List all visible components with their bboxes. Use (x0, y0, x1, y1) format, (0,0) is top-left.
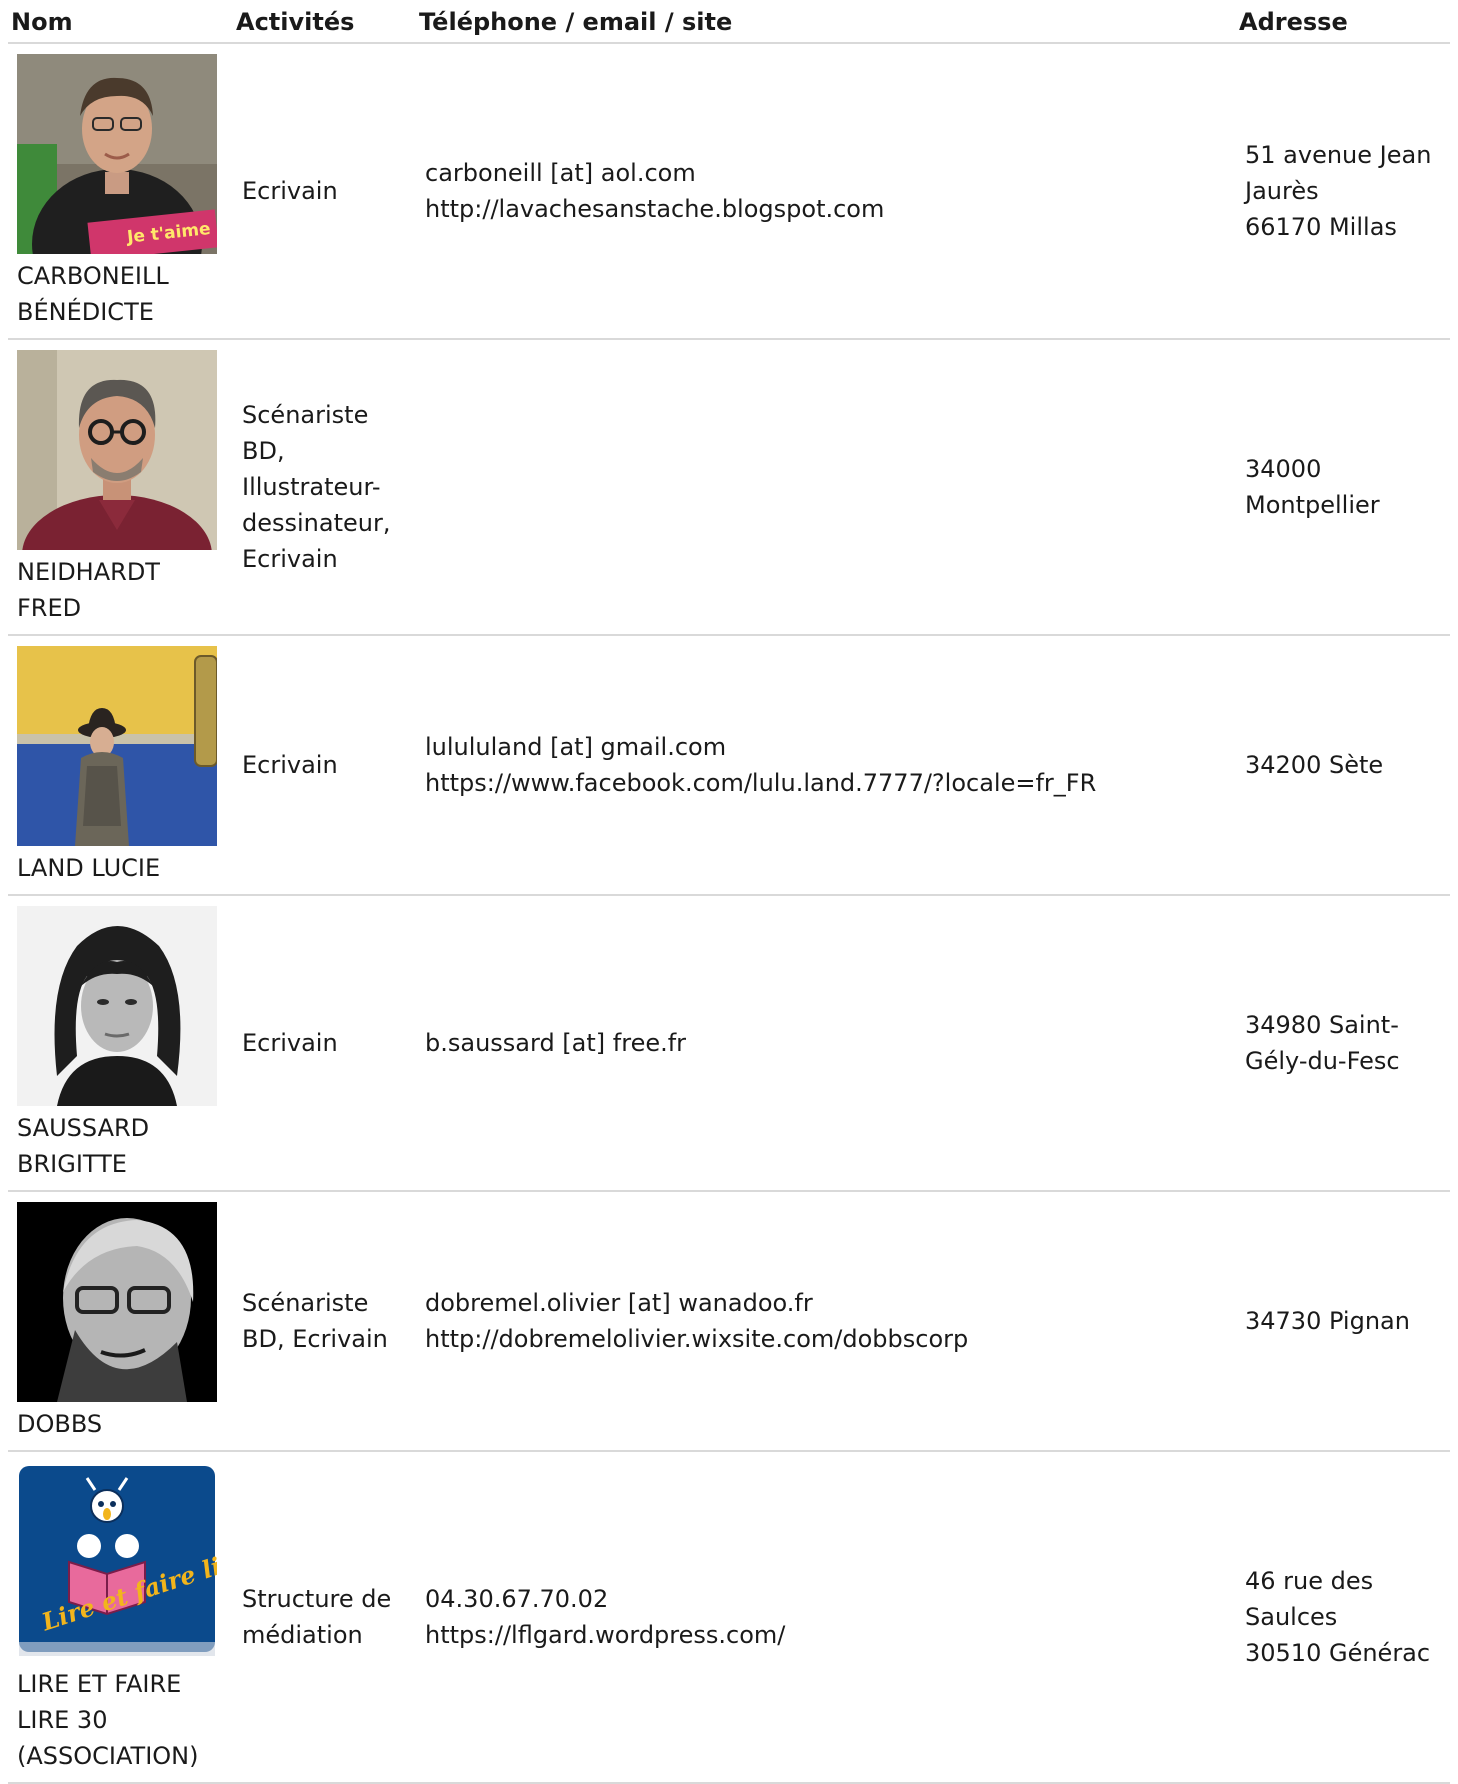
activity-cell: Ecrivain (233, 43, 416, 340)
email-text: b.saussard [at] free.fr (425, 1029, 687, 1057)
name-cell: DOBBS (8, 1191, 233, 1452)
person-photo[interactable] (17, 350, 217, 550)
phone-text: 04.30.67.70.02 (425, 1585, 609, 1613)
contact-cell: lulululand [at] gmail.com https://www.fa… (416, 635, 1236, 896)
activity-line: dessinateur, (242, 509, 391, 537)
address-cell: 51 avenue Jean Jaurès 66170 Millas (1236, 43, 1450, 340)
activity-line: BD, Ecrivain (242, 1325, 388, 1353)
table-row: Lire et faire lire LIRE ET FAIRE LIRE 30… (8, 1451, 1450, 1784)
address-cell: 34730 Pignan (1236, 1191, 1450, 1452)
person-photo[interactable]: Je t'aime (17, 54, 217, 254)
name-line: CARBONEILL (17, 262, 169, 290)
column-header-adresse[interactable]: Adresse (1236, 0, 1450, 44)
activity-cell: Structure de médiation (233, 1451, 416, 1784)
name-line: DOBBS (17, 1410, 103, 1438)
address-cell: 46 rue des Saulces 30510 Générac (1236, 1451, 1450, 1784)
name-line: LAND LUCIE (17, 854, 161, 882)
column-header-contact[interactable]: Téléphone / email / site (416, 0, 1236, 44)
name-cell: SAUSSARD BRIGITTE (8, 895, 233, 1192)
contact-cell: carboneill [at] aol.com http://lavachesa… (416, 43, 1236, 340)
name-cell: NEIDHARDT FRED (8, 339, 233, 636)
table-header-row: Nom Activités Téléphone / email / site A… (8, 0, 1450, 44)
name-line: LIRE ET FAIRE (17, 1670, 182, 1698)
contact-cell (416, 339, 1236, 636)
website-link[interactable]: https://lflgard.wordpress.com/ (425, 1617, 1236, 1653)
address-line: 34000 (1245, 455, 1322, 483)
address-line: 34730 Pignan (1245, 1307, 1410, 1335)
address-line: 34200 Sète (1245, 751, 1384, 779)
activity-line: Ecrivain (242, 545, 338, 573)
name-cell: Lire et faire lire LIRE ET FAIRE LIRE 30… (8, 1451, 233, 1784)
name-cell: LAND LUCIE (8, 635, 233, 896)
website-link[interactable]: https://www.facebook.com/lulu.land.7777/… (425, 765, 1236, 801)
activity-line: médiation (242, 1621, 363, 1649)
address-cell: 34200 Sète (1236, 635, 1450, 896)
table-row: LAND LUCIE Ecrivain lulululand [at] gmai… (8, 635, 1450, 896)
name-line: BRIGITTE (17, 1150, 127, 1178)
name-line: NEIDHARDT (17, 558, 160, 586)
address-line: 30510 Générac (1245, 1639, 1431, 1667)
activity-line: Ecrivain (242, 751, 338, 779)
contact-cell: 04.30.67.70.02 https://lflgard.wordpress… (416, 1451, 1236, 1784)
name-line: FRED (17, 594, 82, 622)
website-link[interactable]: http://dobremelolivier.wixsite.com/dobbs… (425, 1321, 1236, 1357)
person-photo[interactable] (17, 646, 217, 846)
address-line: Gély-du-Fesc (1245, 1047, 1400, 1075)
address-line: 66170 Millas (1245, 213, 1397, 241)
activity-line: Scénariste (242, 401, 369, 429)
lire-et-faire-lire-logo[interactable]: Lire et faire lire (17, 1462, 217, 1662)
contact-cell: b.saussard [at] free.fr (416, 895, 1236, 1192)
address-line: 34980 Saint- (1245, 1011, 1399, 1039)
table-row: DOBBS Scénariste BD, Ecrivain dobremel.o… (8, 1191, 1450, 1452)
activity-line: Ecrivain (242, 177, 338, 205)
activity-line: Illustrateur- (242, 473, 381, 501)
person-photo[interactable] (17, 1202, 217, 1402)
address-line: Jaurès (1245, 177, 1319, 205)
activity-line: BD, (242, 437, 285, 465)
website-link[interactable]: http://lavachesanstache.blogspot.com (425, 191, 1236, 227)
table-row: Je t'aime CARBONEILL BÉNÉDICTE Ecrivain … (8, 43, 1450, 340)
directory-table: Nom Activités Téléphone / email / site A… (8, 0, 1450, 1784)
column-header-nom[interactable]: Nom (8, 0, 233, 44)
activity-line: Scénariste (242, 1289, 369, 1317)
name-line: SAUSSARD (17, 1114, 150, 1142)
person-photo[interactable] (17, 906, 217, 1106)
activity-cell: Ecrivain (233, 895, 416, 1192)
address-line: 46 rue des (1245, 1567, 1374, 1595)
address-cell: 34980 Saint- Gély-du-Fesc (1236, 895, 1450, 1192)
address-line: 51 avenue Jean (1245, 141, 1432, 169)
activity-cell: Scénariste BD, Ecrivain (233, 1191, 416, 1452)
activity-cell: Ecrivain (233, 635, 416, 896)
name-cell: Je t'aime CARBONEILL BÉNÉDICTE (8, 43, 233, 340)
table-row: NEIDHARDT FRED Scénariste BD, Illustrate… (8, 339, 1450, 636)
email-text: carboneill [at] aol.com (425, 159, 696, 187)
table-row: SAUSSARD BRIGITTE Ecrivain b.saussard [a… (8, 895, 1450, 1192)
contact-cell: dobremel.olivier [at] wanadoo.fr http://… (416, 1191, 1236, 1452)
activity-line: Structure de (242, 1585, 392, 1613)
column-header-activites[interactable]: Activités (233, 0, 416, 44)
address-line: Montpellier (1245, 491, 1380, 519)
activity-line: Ecrivain (242, 1029, 338, 1057)
email-text: dobremel.olivier [at] wanadoo.fr (425, 1289, 813, 1317)
activity-cell: Scénariste BD, Illustrateur- dessinateur… (233, 339, 416, 636)
name-line: BÉNÉDICTE (17, 298, 154, 326)
name-line: (ASSOCIATION) (17, 1742, 199, 1770)
address-cell: 34000 Montpellier (1236, 339, 1450, 636)
name-line: LIRE 30 (17, 1706, 108, 1734)
address-line: Saulces (1245, 1603, 1338, 1631)
email-text: lulululand [at] gmail.com (425, 733, 727, 761)
